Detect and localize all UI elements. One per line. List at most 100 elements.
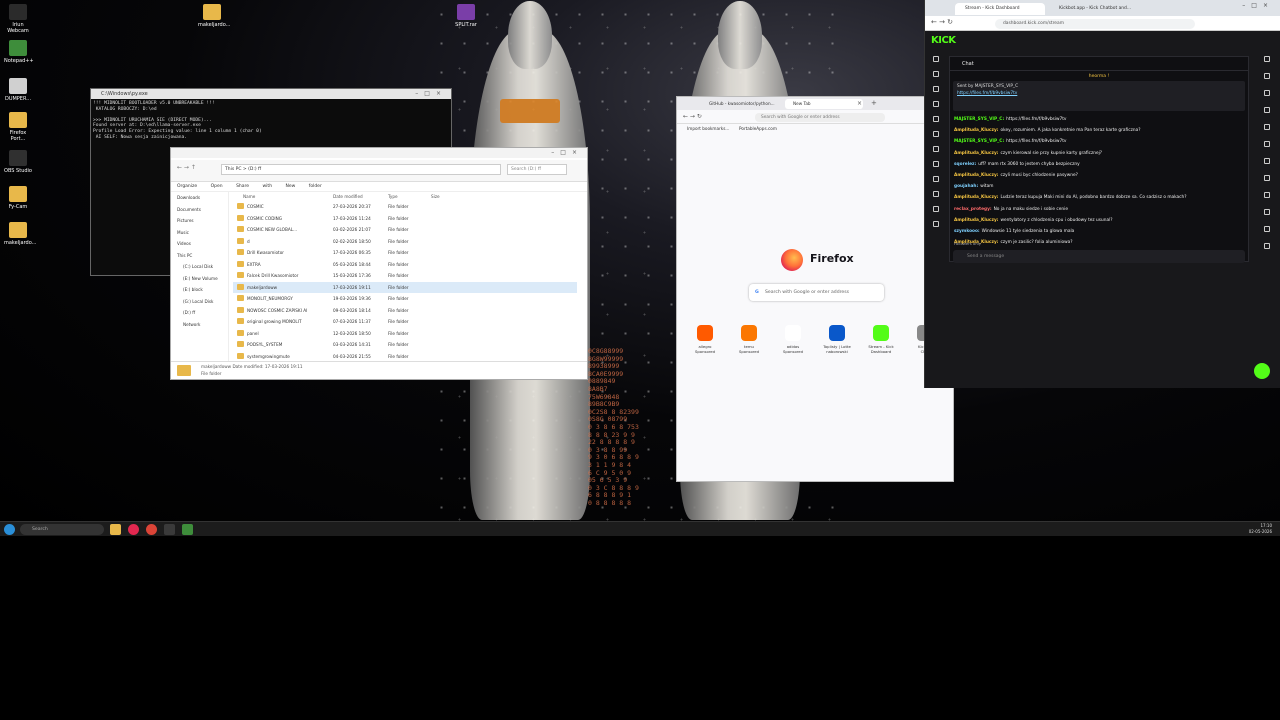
desktop-icon[interactable]: SPLIT.rar: [452, 4, 480, 28]
nav-item[interactable]: (G:) Local Disk: [177, 296, 228, 308]
explorer-taskbar-icon[interactable]: [110, 524, 121, 535]
file-row[interactable]: MONOLIT_NEUMORGY 19-03-2026 19:36 File fol…: [233, 293, 577, 305]
desktop-icon[interactable]: Iriun Webcam: [4, 4, 32, 34]
nav-item[interactable]: Documents: [177, 204, 228, 216]
file-row[interactable]: PODSYL_SYSTEM 03-03-2026 14:31 File folder: [233, 339, 577, 351]
close-tab-icon[interactable]: ×: [857, 100, 862, 107]
chat-message[interactable]: MAJSTER_SYS_VIP_C: https://files.fm/f/b9v…: [954, 136, 1244, 147]
cmd-organize[interactable]: Organize: [177, 184, 197, 189]
cmd-title-bar[interactable]: C:\Windows\py.exe: [91, 89, 451, 99]
chat-username[interactable]: MAJSTER_SYS_VIP_C:: [954, 117, 1004, 122]
nav-item[interactable]: (E:) New Volume: [177, 273, 228, 285]
tab-new-tab[interactable]: New Tab: [785, 99, 863, 109]
col-name[interactable]: Name: [243, 194, 255, 199]
desktop-icon[interactable]: makeljardo...: [198, 4, 230, 28]
taskbar-clock[interactable]: 17:10 02-05-2026: [1249, 523, 1272, 535]
file-row[interactable]: COSMIC NEW GLOBAL... 03-02-2026 21:07 File…: [233, 224, 577, 236]
tab-kickbot[interactable]: Kickbot.app - Kick Chatbot and...: [1049, 3, 1135, 15]
nav-item[interactable]: (D:) ff: [177, 307, 228, 319]
cmd-open[interactable]: Open: [211, 184, 223, 189]
pinned-link[interactable]: https://files.fm/f/b9vbsiw7tv: [957, 91, 1241, 98]
explorer-search-input[interactable]: Search (D:) ff: [507, 164, 567, 175]
cmd-share[interactable]: Share with: [236, 184, 272, 189]
chat-message[interactable]: goujahah: witam: [954, 181, 1244, 192]
shortcut-tile[interactable]: Stream - Kick Dashboard: [859, 325, 903, 354]
file-row[interactable]: Falcek Drill Kwasomiotor 15-03-2026 17:36…: [233, 270, 577, 282]
desktop-icon[interactable]: makeljardo...: [4, 222, 36, 246]
file-row[interactable]: makeljardoww 17-03-2026 19:11 File folder: [233, 281, 577, 293]
desktop-icon[interactable]: DUMPER...: [4, 78, 32, 102]
chat-username[interactable]: szymkooo:: [954, 229, 980, 234]
pinned-message[interactable]: Sent by MAJSTER_SYS_VIP_C https://files.…: [953, 81, 1245, 111]
cmd-new-folder[interactable]: New folder: [285, 184, 321, 189]
new-tab-icon[interactable]: +: [871, 99, 877, 107]
chat-username[interactable]: reclax_protegy:: [954, 207, 992, 212]
col-type[interactable]: Type: [388, 194, 398, 199]
chat-message[interactable]: Amplituda_Kluczy: wentylatory z chlodzeni…: [954, 215, 1244, 226]
file-row[interactable]: d 02-02-2026 18:50 File folder: [233, 236, 577, 248]
file-row[interactable]: panel 12-03-2026 18:50 File folder: [233, 328, 577, 340]
nav-item[interactable]: Network: [177, 319, 228, 331]
col-size[interactable]: Size: [431, 194, 440, 199]
file-row[interactable]: systemgrowingmute 04-03-2026 21:55 File fo…: [233, 351, 577, 362]
chat-message[interactable]: MAJSTER_SYS_VIP_C: https://files.fm/f/b9v…: [954, 114, 1244, 125]
chrome-taskbar-icon[interactable]: [146, 524, 157, 535]
tab-kick-dashboard[interactable]: Stream - Kick Dashboard: [955, 3, 1045, 15]
notepad-taskbar-icon[interactable]: [182, 524, 193, 535]
nav-item[interactable]: Music: [177, 227, 228, 239]
tab-github[interactable]: GitHub - kwasomiotor/python...: [701, 99, 781, 109]
bookmark-import[interactable]: Import bookmarks...: [687, 124, 729, 134]
window-controls[interactable]: –□×: [415, 89, 447, 99]
chat-message[interactable]: Amplituda_Kluczy: czym je zasilic? folia …: [954, 237, 1244, 246]
file-row[interactable]: COSMIC CODING 17-03-2026 11:24 File folder: [233, 213, 577, 225]
file-row[interactable]: COSMIC 27-03-2026 20:37 File folder: [233, 201, 577, 213]
shortcut-tile[interactable]: adidas Sponsored: [771, 325, 815, 354]
explorer-title-bar[interactable]: [171, 148, 587, 158]
start-button-icon[interactable]: [4, 524, 15, 535]
file-explorer-window[interactable]: –□× ← → ↑ This PC > (D:) ff Search (D:) …: [170, 147, 588, 380]
chat-username[interactable]: Amplituda_Kluczy:: [954, 173, 999, 178]
kick-logo[interactable]: KICK: [931, 35, 956, 46]
desktop-icon[interactable]: Firefox Port...: [4, 112, 32, 142]
nav-item[interactable]: Videos: [177, 238, 228, 250]
desktop-icon[interactable]: Notepad++: [4, 40, 34, 64]
file-row[interactable]: EXTRA 05-03-2026 18:44 File folder: [233, 259, 577, 271]
chat-message[interactable]: reclax_protegy: No ja na maku siedze i so…: [954, 204, 1244, 215]
back-forward-icon[interactable]: ← → ↻: [683, 113, 702, 120]
nav-item[interactable]: This PC: [177, 250, 228, 262]
chat-message-input[interactable]: Send a message: [953, 250, 1245, 263]
window-controls[interactable]: –□×: [1242, 2, 1274, 9]
firefox-window[interactable]: GitHub - kwasomiotor/python... New Tab ×…: [676, 96, 954, 482]
file-row[interactable]: NOWOSC COSMIC ZAPISKI AI 09-03-2026 18:14…: [233, 305, 577, 317]
taskbar-search-input[interactable]: Search: [20, 524, 104, 535]
file-row[interactable]: Drill Kwasomiotor 17-03-2026 06:35 File fo…: [233, 247, 577, 259]
shortcut-tile[interactable]: temu Sponsored: [727, 325, 771, 354]
desktop-icon[interactable]: Fy-Cam: [4, 186, 32, 210]
firefox-taskbar-icon[interactable]: [128, 524, 139, 535]
nav-item[interactable]: (C:) Local Disk: [177, 261, 228, 273]
chat-username[interactable]: Amplituda_Kluczy:: [954, 195, 999, 200]
window-controls[interactable]: –□×: [551, 148, 583, 158]
chat-message[interactable]: Amplituda_Kluczy: okey, rozumiem. A jaka …: [954, 125, 1244, 136]
chat-username[interactable]: MAJSTER_SYS_VIP_C:: [954, 139, 1004, 144]
chat-username[interactable]: Amplituda_Kluczy:: [954, 218, 999, 223]
cmd-taskbar-icon[interactable]: [164, 524, 175, 535]
browser-url[interactable]: dashboard.kick.com/stream: [995, 19, 1195, 29]
firefox-url-bar[interactable]: Search with Google or enter address: [755, 113, 885, 122]
file-row[interactable]: original growing MONOLIT 07-03-2026 11:37…: [233, 316, 577, 328]
shortcut-tile[interactable]: Toplisty | Lotte naborowski: [815, 325, 859, 354]
firefox-search-input[interactable]: G Search with Google or enter address: [749, 284, 884, 301]
chat-username[interactable]: Amplituda_Kluczy:: [954, 128, 999, 133]
chat-message[interactable]: Amplituda_Kluczy: Ludzie teraz kupuja Mak…: [954, 192, 1244, 203]
chat-username[interactable]: sqorelez:: [954, 162, 976, 167]
chat-message[interactable]: sqorelez: uff? mam rtx 3060 to jestem chy…: [954, 159, 1244, 170]
nav-item[interactable]: (E:) block: [177, 284, 228, 296]
nav-item[interactable]: Downloads: [177, 192, 228, 204]
bookmark-portableapps[interactable]: PortableApps.com: [739, 124, 777, 134]
chat-message[interactable]: Amplituda_Kluczy: czyli musi byc chlodzen…: [954, 170, 1244, 181]
chat-message[interactable]: Amplituda_Kluczy: czym kierowal sie przy …: [954, 148, 1244, 159]
nav-arrows-icon[interactable]: ← → ↑: [177, 164, 196, 171]
chat-username[interactable]: Amplituda_Kluczy:: [954, 151, 999, 156]
chat-username[interactable]: goujahah:: [954, 184, 978, 189]
back-forward-icon[interactable]: ← → ↻: [931, 18, 953, 26]
